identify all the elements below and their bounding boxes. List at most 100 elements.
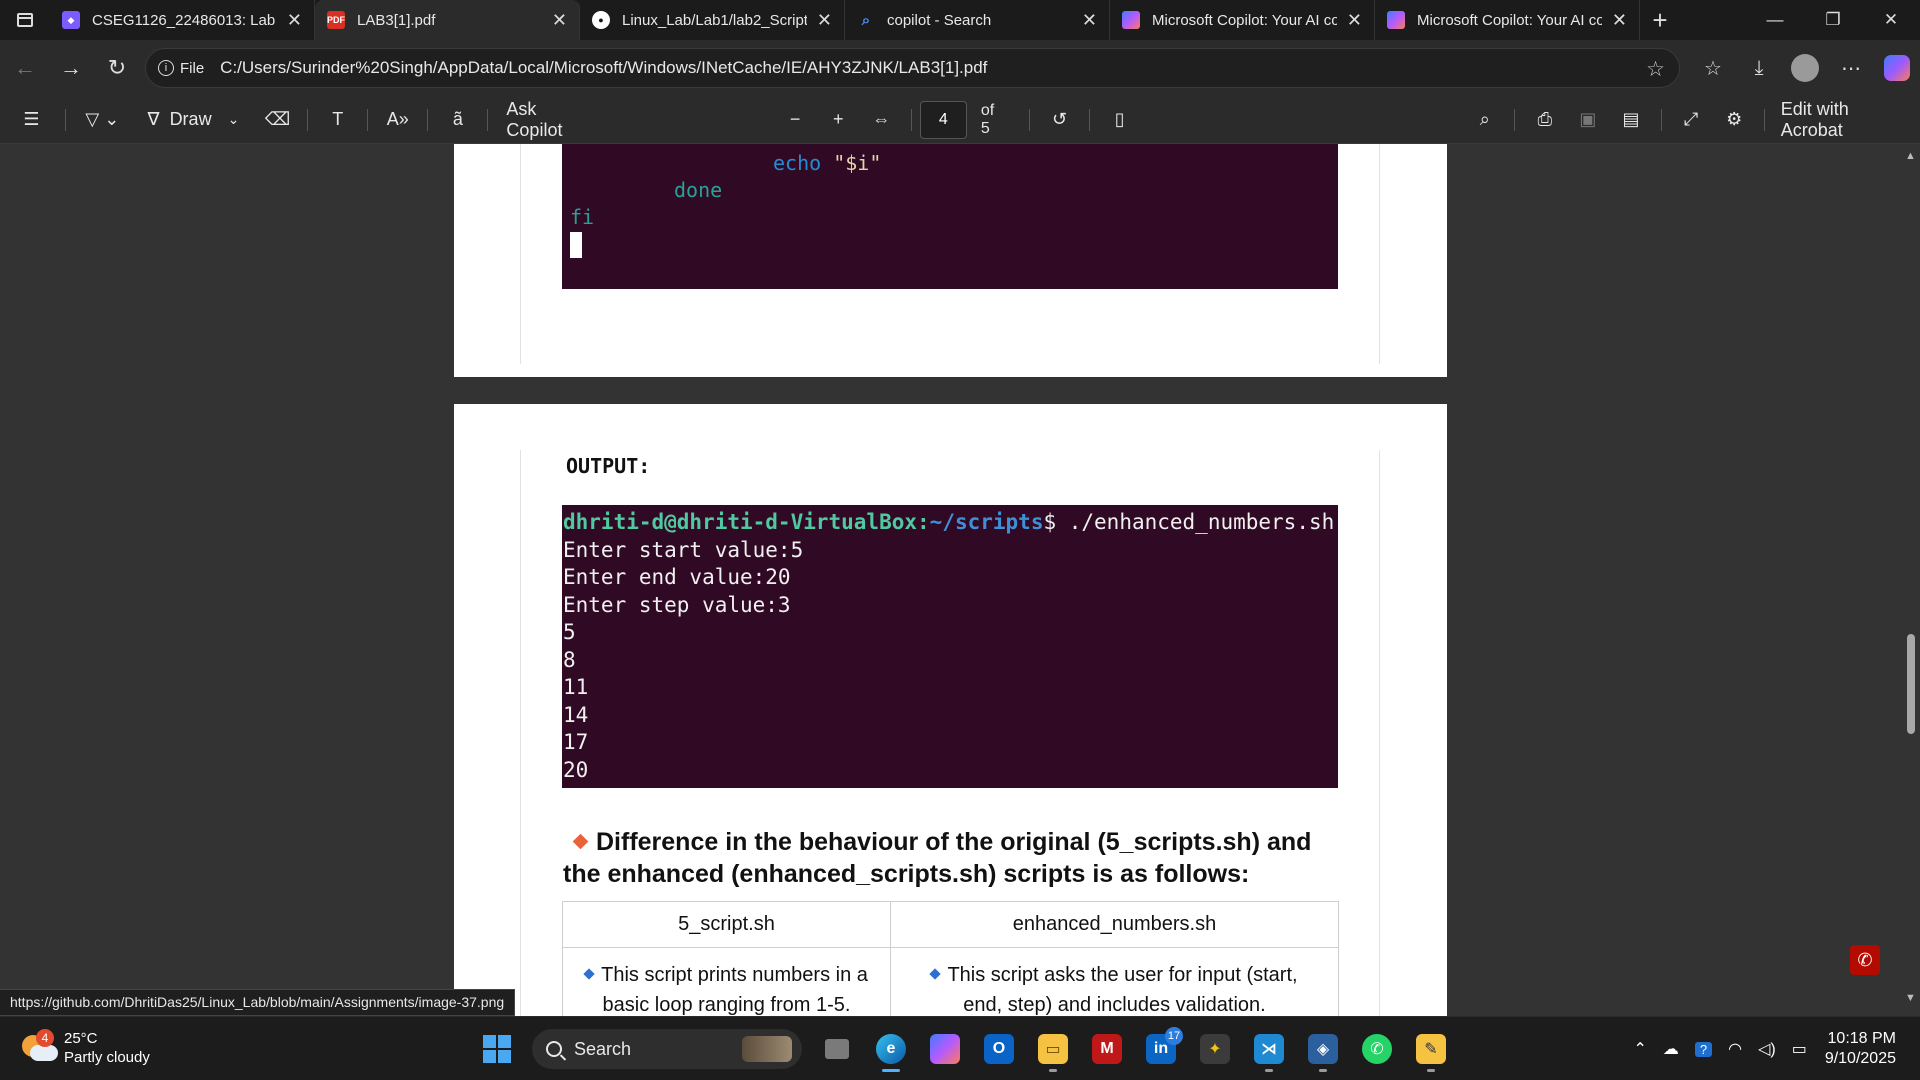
text-box-icon[interactable]: T	[316, 96, 359, 144]
favorite-star-icon[interactable]: ☆	[1646, 57, 1665, 82]
close-icon[interactable]: ✕	[1612, 10, 1627, 31]
pdf-viewer[interactable]: do echo "$i" done fi OUTPUT: dhriti-d@dh…	[0, 144, 1920, 1016]
close-icon[interactable]: ✕	[817, 10, 832, 31]
site-info[interactable]: i File	[158, 60, 204, 77]
whatsapp-button[interactable]: ✆	[1353, 1025, 1401, 1073]
read-aloud-icon[interactable]: A»	[376, 96, 419, 144]
table-header-row: 5_script.sh enhanced_numbers.sh	[562, 901, 1339, 948]
clock-time: 10:18 PM	[1827, 1030, 1896, 1047]
tab-4[interactable]: ⌕ copilot - Search ✕	[845, 0, 1110, 40]
diamond-bullet-icon	[572, 833, 589, 850]
clock[interactable]: 10:18 PM 9/10/2025	[1825, 1029, 1896, 1069]
downloads-icon[interactable]: ⤓	[1736, 45, 1782, 91]
vscode-button[interactable]: ⋊	[1245, 1025, 1293, 1073]
close-icon[interactable]: ✕	[1082, 10, 1097, 31]
scroll-down-icon[interactable]: ▼	[1905, 992, 1916, 1004]
weather-condition: Partly cloudy	[64, 1049, 150, 1066]
close-icon[interactable]: ✕	[1347, 10, 1362, 31]
draw-button[interactable]: ∇ Draw ⌄	[131, 96, 256, 144]
wifi-icon[interactable]: ◠	[1728, 1039, 1742, 1059]
taskbar-search[interactable]: Search	[532, 1029, 802, 1069]
scroll-up-icon[interactable]: ▲	[1905, 150, 1916, 162]
favorites-icon[interactable]: ☆	[1690, 45, 1736, 91]
divider	[1089, 108, 1091, 131]
cell-text: This script asks the user for input (sta…	[947, 964, 1298, 1016]
partly-cloudy-icon: 4	[22, 1029, 58, 1063]
rotate-icon[interactable]: ↺	[1038, 96, 1081, 144]
zoom-in-icon[interactable]: +	[817, 96, 860, 144]
terminal-line: 17	[563, 730, 589, 754]
contents-icon[interactable]: ☰	[6, 96, 57, 144]
save-icon[interactable]: ▣	[1566, 96, 1609, 144]
find-icon[interactable]: ⌕	[1463, 96, 1506, 144]
fit-page-icon[interactable]: ⇔	[860, 96, 903, 144]
close-icon[interactable]: ✕	[552, 10, 567, 31]
cell-text: This script prints numbers in a basic lo…	[601, 964, 868, 1016]
tab-2[interactable]: PDF LAB3[1].pdf ✕	[315, 0, 580, 40]
back-button[interactable]: ←	[2, 45, 48, 91]
folder-icon: ▭	[1038, 1034, 1068, 1064]
close-window-icon[interactable]: ✕	[1862, 0, 1920, 40]
page-number-input[interactable]: 4	[919, 100, 967, 139]
minimize-icon[interactable]: —	[1746, 0, 1804, 40]
more-icon[interactable]: ⋯	[1828, 45, 1874, 91]
copilot-icon[interactable]	[1884, 55, 1910, 81]
terminal-line: 20	[563, 757, 589, 782]
edit-with-acrobat-button[interactable]: Edit with Acrobat	[1773, 96, 1920, 144]
tab-1[interactable]: ◆ CSEG1126_22486013: Lab 3 - ✕	[50, 0, 315, 40]
start-button[interactable]	[473, 1025, 521, 1073]
copilot-app-button[interactable]	[921, 1025, 969, 1073]
profile-avatar[interactable]	[1791, 54, 1819, 82]
new-tab-button[interactable]: +	[1640, 0, 1680, 40]
restore-icon[interactable]: ❐	[1804, 0, 1862, 40]
app-button[interactable]: ✦	[1191, 1025, 1239, 1073]
volume-icon[interactable]: ◁)	[1758, 1039, 1776, 1059]
terminal-line: Enter end value:20	[563, 565, 791, 589]
zoom-out-icon[interactable]: −	[774, 96, 817, 144]
print-icon[interactable]: ⎙	[1523, 96, 1566, 144]
task-view-button[interactable]	[813, 1025, 861, 1073]
forward-button[interactable]: →	[48, 45, 94, 91]
virtualbox-button[interactable]: ◈	[1299, 1025, 1347, 1073]
terminal-prompt-line: dhriti-d@dhriti-d-VirtualBox:~/scripts$ …	[563, 509, 1338, 537]
ask-copilot-button[interactable]: Ask Copilot	[496, 96, 605, 144]
vertical-scrollbar[interactable]: ▲ ▼	[1902, 144, 1920, 1016]
edge-icon: e	[876, 1034, 906, 1064]
url-input[interactable]: i File C:/Users/Surinder%20Singh/AppData…	[145, 48, 1680, 88]
status-url: https://github.com/DhritiDas25/Linux_Lab…	[0, 989, 516, 1016]
tab-actions-button[interactable]	[0, 0, 50, 40]
tab-5[interactable]: Microsoft Copilot: Your AI co ✕	[1110, 0, 1375, 40]
tab-6[interactable]: Microsoft Copilot: Your AI co ✕	[1375, 0, 1640, 40]
margin-line	[1379, 450, 1380, 1016]
app-tray-icon[interactable]: ?	[1694, 1041, 1713, 1057]
file-explorer-button[interactable]: ▭	[1029, 1025, 1077, 1073]
divider	[427, 108, 429, 131]
acrobat-icon[interactable]: ✆	[1850, 945, 1880, 975]
translate-icon[interactable]: ã	[436, 96, 479, 144]
pencil-icon: ✎	[1416, 1034, 1446, 1064]
eraser-icon[interactable]: ⌫	[256, 96, 299, 144]
scroll-thumb[interactable]	[1907, 634, 1915, 734]
table-header: enhanced_numbers.sh	[890, 901, 1339, 948]
search-label: Search	[574, 1038, 632, 1059]
fullscreen-icon[interactable]: ⤢	[1670, 96, 1713, 144]
settings-gear-icon[interactable]: ⚙	[1713, 96, 1756, 144]
refresh-button[interactable]: ↻	[94, 45, 140, 91]
vscode-icon: ⋊	[1254, 1034, 1284, 1064]
onedrive-icon[interactable]: ☁	[1663, 1039, 1679, 1059]
edge-button[interactable]: e	[867, 1025, 915, 1073]
outlook-button[interactable]: O	[975, 1025, 1023, 1073]
battery-icon[interactable]: ▭	[1792, 1039, 1807, 1059]
linkedin-button[interactable]: in 17	[1137, 1025, 1185, 1073]
mcafee-button[interactable]: M	[1083, 1025, 1131, 1073]
sticky-app-button[interactable]: ✎	[1407, 1025, 1455, 1073]
edit-acrobat-label: Edit with Acrobat	[1780, 98, 1849, 140]
save-as-icon[interactable]: ▤	[1609, 96, 1652, 144]
highlight-icon[interactable]: ▽ ⌄	[74, 96, 131, 144]
show-hidden-icon[interactable]: ⌃	[1633, 1039, 1646, 1059]
weather-widget[interactable]: 4 25°C Partly cloudy	[22, 1029, 150, 1067]
close-icon[interactable]: ✕	[287, 10, 302, 31]
tab-3[interactable]: ● Linux_Lab/Lab1/lab2_Script_ ✕	[580, 0, 845, 40]
page-view-icon[interactable]: ▯	[1098, 96, 1141, 144]
windows-icon	[483, 1035, 511, 1063]
